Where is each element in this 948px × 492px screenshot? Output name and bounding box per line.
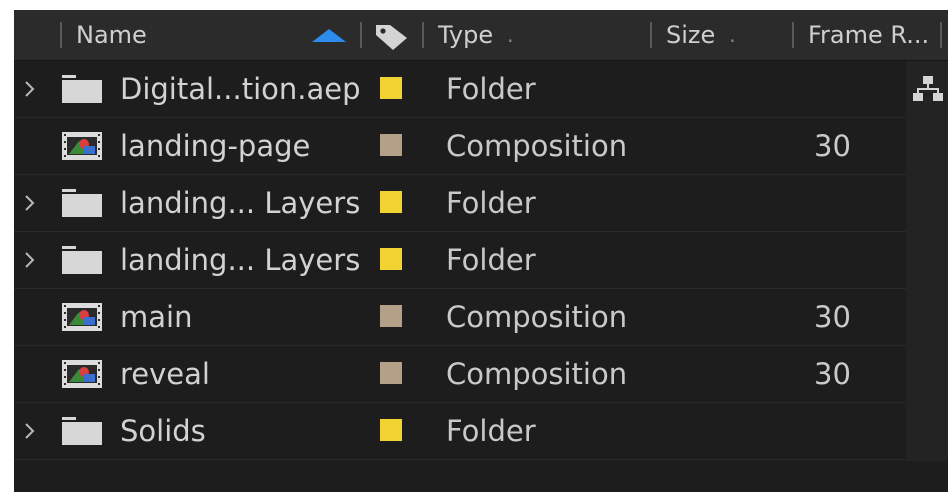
item-frame-rate: 30 [814,129,851,163]
label-color-swatch[interactable] [380,419,402,441]
chevron-right-icon[interactable] [20,191,40,215]
folder-icon [62,246,102,274]
chevron-right-icon[interactable] [20,419,40,443]
column-header-size[interactable]: Size . [666,10,786,60]
item-name: Solids [120,414,206,448]
item-type: Composition [446,300,628,334]
item-type: Composition [446,357,628,391]
table-row[interactable]: landing... Layers Folder [14,175,906,232]
column-header-frame-rate-label: Frame R... [808,21,930,49]
table-row[interactable]: main Composition 30 [14,289,906,346]
item-type: Composition [446,129,628,163]
column-menu-dot: . [729,23,736,47]
item-name: reveal [120,357,210,391]
chevron-right-icon[interactable] [20,77,40,101]
tag-icon[interactable] [374,21,410,51]
label-color-swatch[interactable] [380,248,402,270]
composition-icon [62,132,102,160]
item-name: landing-page [120,129,311,163]
column-header-size-label: Size [666,21,716,49]
label-color-swatch[interactable] [380,134,402,156]
sort-ascending-icon[interactable] [312,29,346,42]
label-color-swatch[interactable] [380,305,402,327]
table-row[interactable]: Solids Folder [14,403,906,460]
item-type: Folder [446,186,536,220]
column-separator[interactable] [422,22,424,48]
item-name: Digital...tion.aep [120,72,361,106]
column-separator[interactable] [650,22,652,48]
chevron-right-icon[interactable] [20,248,40,272]
item-name: landing... Layers [120,243,361,277]
label-color-swatch[interactable] [380,191,402,213]
item-name: landing... Layers [120,186,361,220]
column-menu-dot: . [507,23,514,47]
item-type: Folder [446,72,536,106]
table-row[interactable]: landing... Layers Folder [14,232,906,289]
table-row[interactable]: landing-page Composition 30 [14,118,906,175]
column-header-bar: Name Type . Size . Frame R... [14,10,948,61]
column-header-type-label: Type [438,21,494,49]
composition-icon [62,303,102,331]
item-frame-rate: 30 [814,300,851,334]
column-separator[interactable] [792,22,794,48]
table-row[interactable]: Digital...tion.aep Folder [14,61,906,118]
folder-icon [62,417,102,445]
column-separator[interactable] [60,22,62,48]
item-frame-rate: 30 [814,357,851,391]
folder-icon [62,189,102,217]
table-row[interactable]: reveal Composition 30 [14,346,906,403]
folder-icon [62,75,102,103]
column-header-frame-rate[interactable]: Frame R... [808,10,936,60]
flowchart-icon[interactable] [912,74,944,104]
item-type: Folder [446,243,536,277]
column-header-name-label: Name [76,21,147,49]
column-separator[interactable] [360,22,362,48]
label-color-swatch[interactable] [380,362,402,384]
label-color-swatch[interactable] [380,77,402,99]
item-name: main [120,300,193,334]
column-header-type[interactable]: Type . [438,10,648,60]
item-type: Folder [446,414,536,448]
column-separator[interactable] [940,22,942,48]
composition-icon [62,360,102,388]
project-panel: Name Type . Size . Frame R... Digital...… [14,10,948,492]
side-panel-strip [906,61,948,461]
